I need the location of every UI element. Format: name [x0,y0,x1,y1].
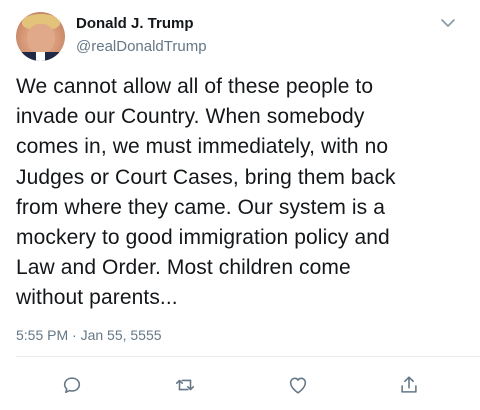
author-handle[interactable]: @realDonaldTrump [76,38,207,55]
tweet-text-line: Judges or Court Cases, bring them back [16,165,396,189]
tweet-text-line: invade our Country. When somebody [16,105,365,129]
reply-icon[interactable] [61,374,83,396]
avatar-shirt [36,52,45,61]
avatar[interactable] [16,12,65,61]
divider [16,356,480,357]
retweet-icon[interactable] [174,374,196,396]
tweet-text-line: Law and Order. Most children come [16,256,351,280]
chevron-down-icon[interactable] [440,16,456,28]
share-icon[interactable] [398,374,420,396]
tweet-text-line: without parents... [16,286,178,310]
like-icon[interactable] [287,374,309,396]
tweet-text-line: from where they came. Our system is a [16,195,385,219]
tweet-text-line: mockery to good immigration policy and [16,226,390,250]
tweet-card: Donald J. Trump @realDonaldTrump We cann… [0,0,480,410]
tweet-text-line: comes in, we must immediately, with no [16,135,389,159]
tweet-text: We cannot allow all of these people to i… [16,72,466,314]
avatar-face [27,24,55,54]
author-name[interactable]: Donald J. Trump [76,15,194,32]
timestamp[interactable]: 5:55 PM · Jan 55, 5555 [16,327,162,343]
tweet-text-line: We cannot allow all of these people to [16,75,374,98]
